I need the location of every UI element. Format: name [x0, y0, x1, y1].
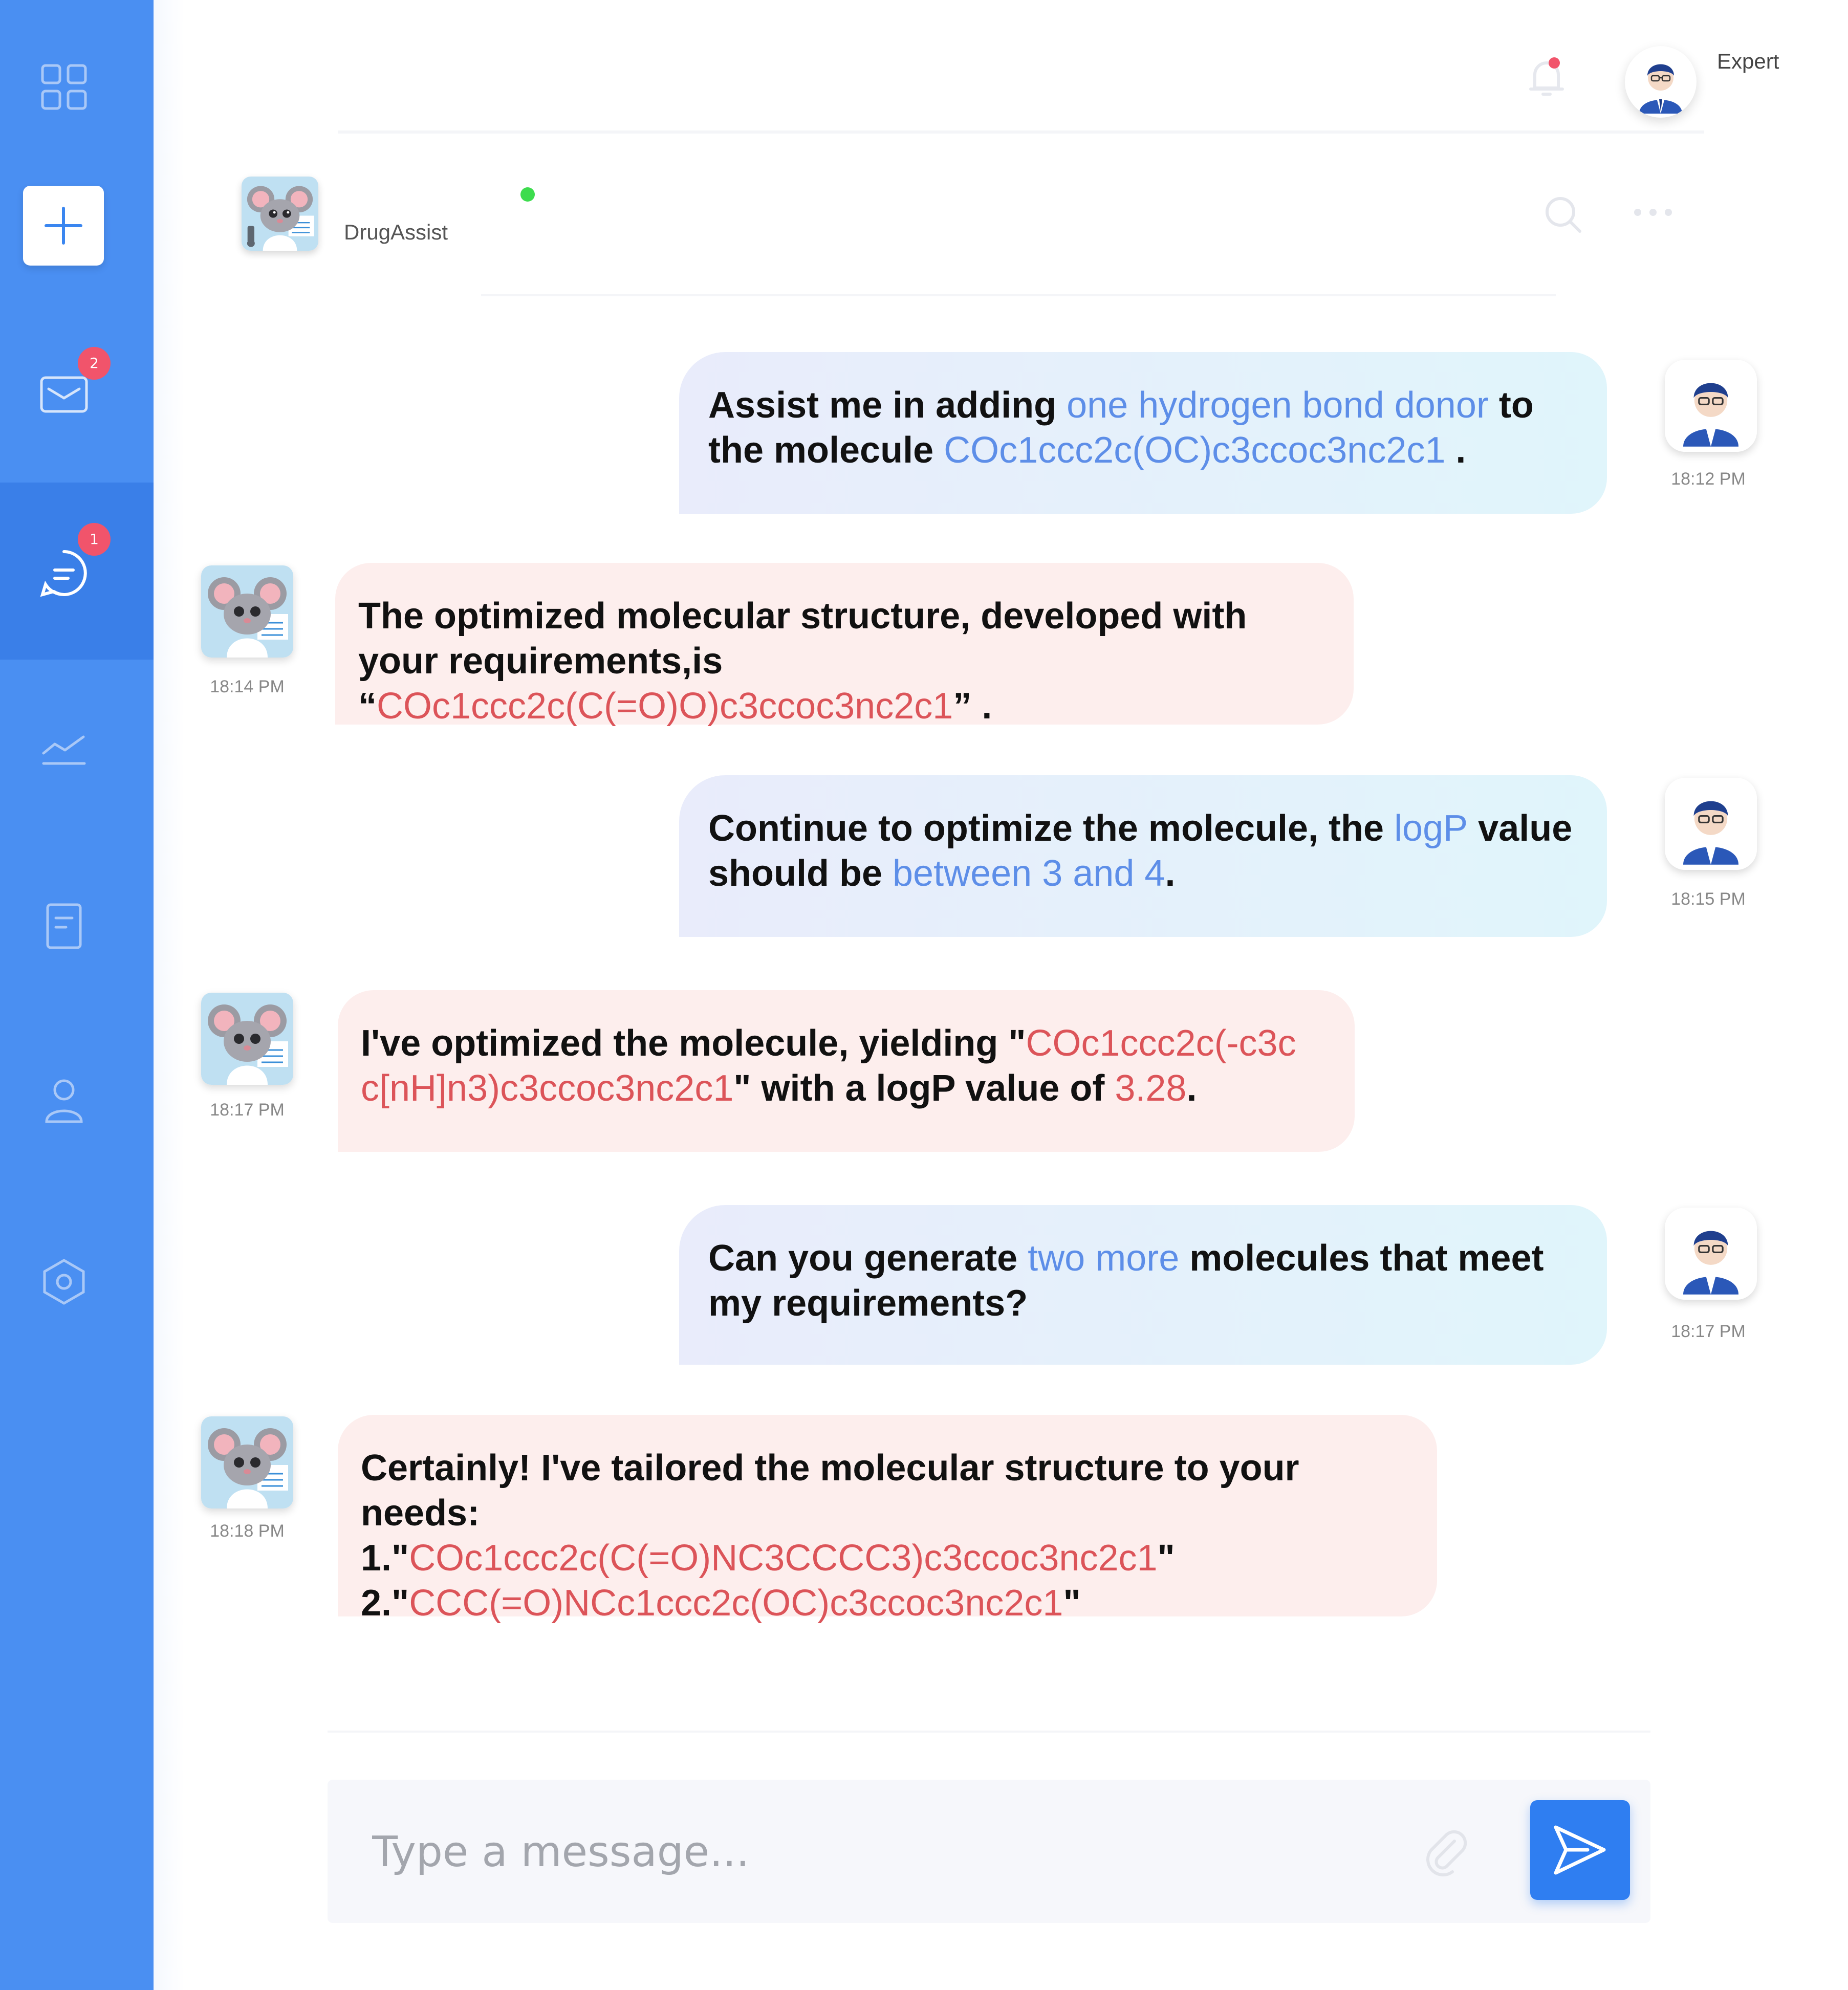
message-text: .	[1165, 853, 1176, 894]
message-timestamp: 18:17 PM	[1671, 1322, 1746, 1341]
message-timestamp: 18:17 PM	[210, 1100, 285, 1120]
sidebar: 2 1	[0, 0, 154, 1990]
mouse-scientist-icon	[201, 1416, 293, 1508]
analytics-icon[interactable]	[38, 721, 90, 773]
message-timestamp: 18:14 PM	[210, 677, 285, 696]
mouse-scientist-icon	[201, 993, 293, 1085]
sidebar-shadow	[154, 0, 184, 1990]
message-text: 2."	[361, 1583, 409, 1624]
message-text: Assist me in adding	[708, 385, 1067, 426]
highlighted-text: 3.28	[1115, 1068, 1187, 1109]
new-chat-button[interactable]	[23, 186, 104, 266]
mouse-scientist-icon	[242, 177, 318, 251]
expert-avatar[interactable]	[1625, 46, 1697, 118]
expert-avatar-icon	[1665, 778, 1757, 870]
dashboard-icon[interactable]	[38, 61, 90, 113]
document-icon[interactable]	[38, 901, 90, 952]
chat-header-divider	[481, 294, 1556, 296]
highlighted-text: COc1ccc2c(C(=O)NC3CCCC3)c3ccoc3nc2c1	[409, 1538, 1158, 1579]
message-text: "	[1157, 1538, 1175, 1579]
highlighted-text: one hydrogen bond donor	[1067, 385, 1489, 426]
message-bubble-user: Can you generate two more molecules that…	[679, 1205, 1607, 1365]
composer-divider	[328, 1731, 1650, 1733]
message-timestamp: 18:18 PM	[210, 1521, 285, 1541]
message-input[interactable]	[371, 1821, 1397, 1883]
online-status-dot	[520, 187, 535, 202]
highlighted-text: COc1ccc2c(OC)c3ccoc3nc2c1	[944, 430, 1446, 471]
highlighted-text: between 3 and 4	[893, 853, 1165, 894]
expert-avatar-icon	[1639, 64, 1682, 114]
message-bubble-user: Continue to optimize the molecule, the l…	[679, 775, 1607, 937]
expert-avatar-icon	[1665, 360, 1757, 452]
highlighted-text: logP	[1394, 808, 1468, 849]
user-role-label: Expert	[1717, 49, 1779, 73]
bot-name: DrugAssist	[344, 220, 448, 244]
highlighted-text: two more	[1028, 1238, 1180, 1279]
notification-dot	[1549, 57, 1560, 69]
paperclip-icon[interactable]	[1423, 1826, 1469, 1877]
chat-badge: 1	[78, 523, 111, 556]
user-message-avatar	[1665, 1208, 1757, 1300]
send-icon	[1554, 1825, 1606, 1875]
message-timestamp: 18:15 PM	[1671, 889, 1746, 909]
message-text: "	[1063, 1583, 1081, 1624]
message-bubble-bot: The optimized molecular structure, devel…	[335, 563, 1354, 727]
more-options-icon[interactable]	[1630, 200, 1676, 225]
message-text: Continue to optimize the molecule, the	[708, 808, 1395, 849]
highlighted-text: CCC(=O)NCc1ccc2c(OC)c3ccoc3nc2c1	[409, 1583, 1063, 1624]
message-text: ” .	[953, 686, 992, 727]
message-text: I've optimized the molecule, yielding "	[361, 1023, 1026, 1064]
chat-icon[interactable]	[38, 548, 90, 599]
user-message-avatar	[1665, 360, 1757, 452]
user-message-avatar	[1665, 778, 1757, 870]
message-bubble-bot: Certainly! I've tailored the molecular s…	[338, 1415, 1437, 1624]
expert-avatar-icon	[1665, 1208, 1757, 1300]
plus-icon	[45, 207, 82, 245]
message-bubble-user: Assist me in adding one hydrogen bond do…	[679, 352, 1607, 514]
settings-icon[interactable]	[38, 1256, 90, 1307]
bot-message-avatar	[201, 993, 293, 1085]
bot-message-avatar	[201, 565, 293, 658]
header-divider	[338, 130, 1704, 134]
mail-icon[interactable]	[38, 368, 90, 420]
search-icon[interactable]	[1543, 194, 1584, 235]
message-text: " with a logP value of	[733, 1068, 1115, 1109]
message-text: .	[1445, 430, 1466, 471]
bot-avatar[interactable]	[242, 177, 318, 251]
mouse-scientist-icon	[201, 565, 293, 658]
message-text: 1."	[361, 1538, 409, 1579]
send-button[interactable]	[1530, 1800, 1630, 1900]
message-text: Can you generate	[708, 1238, 1028, 1279]
message-bubble-bot: I've optimized the molecule, yielding "C…	[338, 990, 1355, 1152]
mail-badge: 2	[78, 347, 111, 380]
highlighted-text: COc1ccc2c(C(=O)O)c3ccoc3nc2c1	[377, 686, 953, 727]
bot-message-avatar	[201, 1416, 293, 1508]
message-composer	[328, 1780, 1650, 1923]
user-icon[interactable]	[38, 1075, 90, 1126]
message-text: Certainly! I've tailored the molecular s…	[361, 1448, 1299, 1534]
message-timestamp: 18:12 PM	[1671, 469, 1746, 489]
message-text: .	[1186, 1068, 1197, 1109]
